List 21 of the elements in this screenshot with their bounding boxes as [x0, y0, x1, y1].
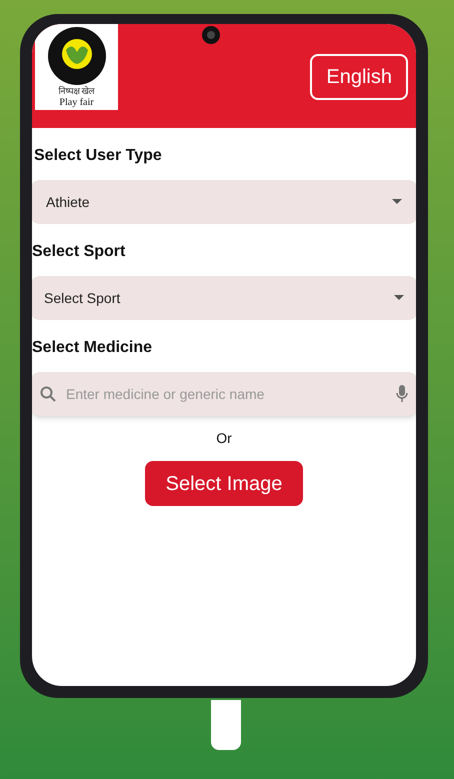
user-type-dropdown[interactable]: Athiete — [32, 180, 416, 224]
dropdown-value: Athiete — [46, 192, 90, 212]
microphone-icon[interactable] — [396, 385, 408, 403]
field-label: Select User Type — [34, 146, 163, 166]
dropdown-placeholder: Select Sport — [44, 288, 120, 308]
field-label: Select Sport — [32, 242, 126, 262]
medicine-search-field[interactable]: Enter medicine or generic name — [32, 372, 416, 416]
select-image-button[interactable]: Select Image — [145, 461, 303, 506]
logo-caption-hindi: निष्पक्ष खेल — [58, 86, 95, 97]
caret-icon — [394, 295, 404, 301]
search-icon — [40, 386, 56, 402]
logo-emblem-icon — [46, 26, 106, 86]
charging-cable-drawing — [211, 700, 241, 750]
sport-dropdown[interactable]: Select Sport — [32, 276, 416, 320]
medicine-search-input[interactable]: Enter medicine or generic name — [66, 384, 386, 404]
field-label: Select Medicine — [32, 338, 154, 358]
front-camera-icon — [201, 25, 221, 45]
separator-text: Or — [216, 429, 232, 448]
logo-caption: Play fair — [59, 97, 94, 108]
caret-icon — [392, 199, 402, 205]
language-button[interactable]: English — [310, 54, 408, 100]
